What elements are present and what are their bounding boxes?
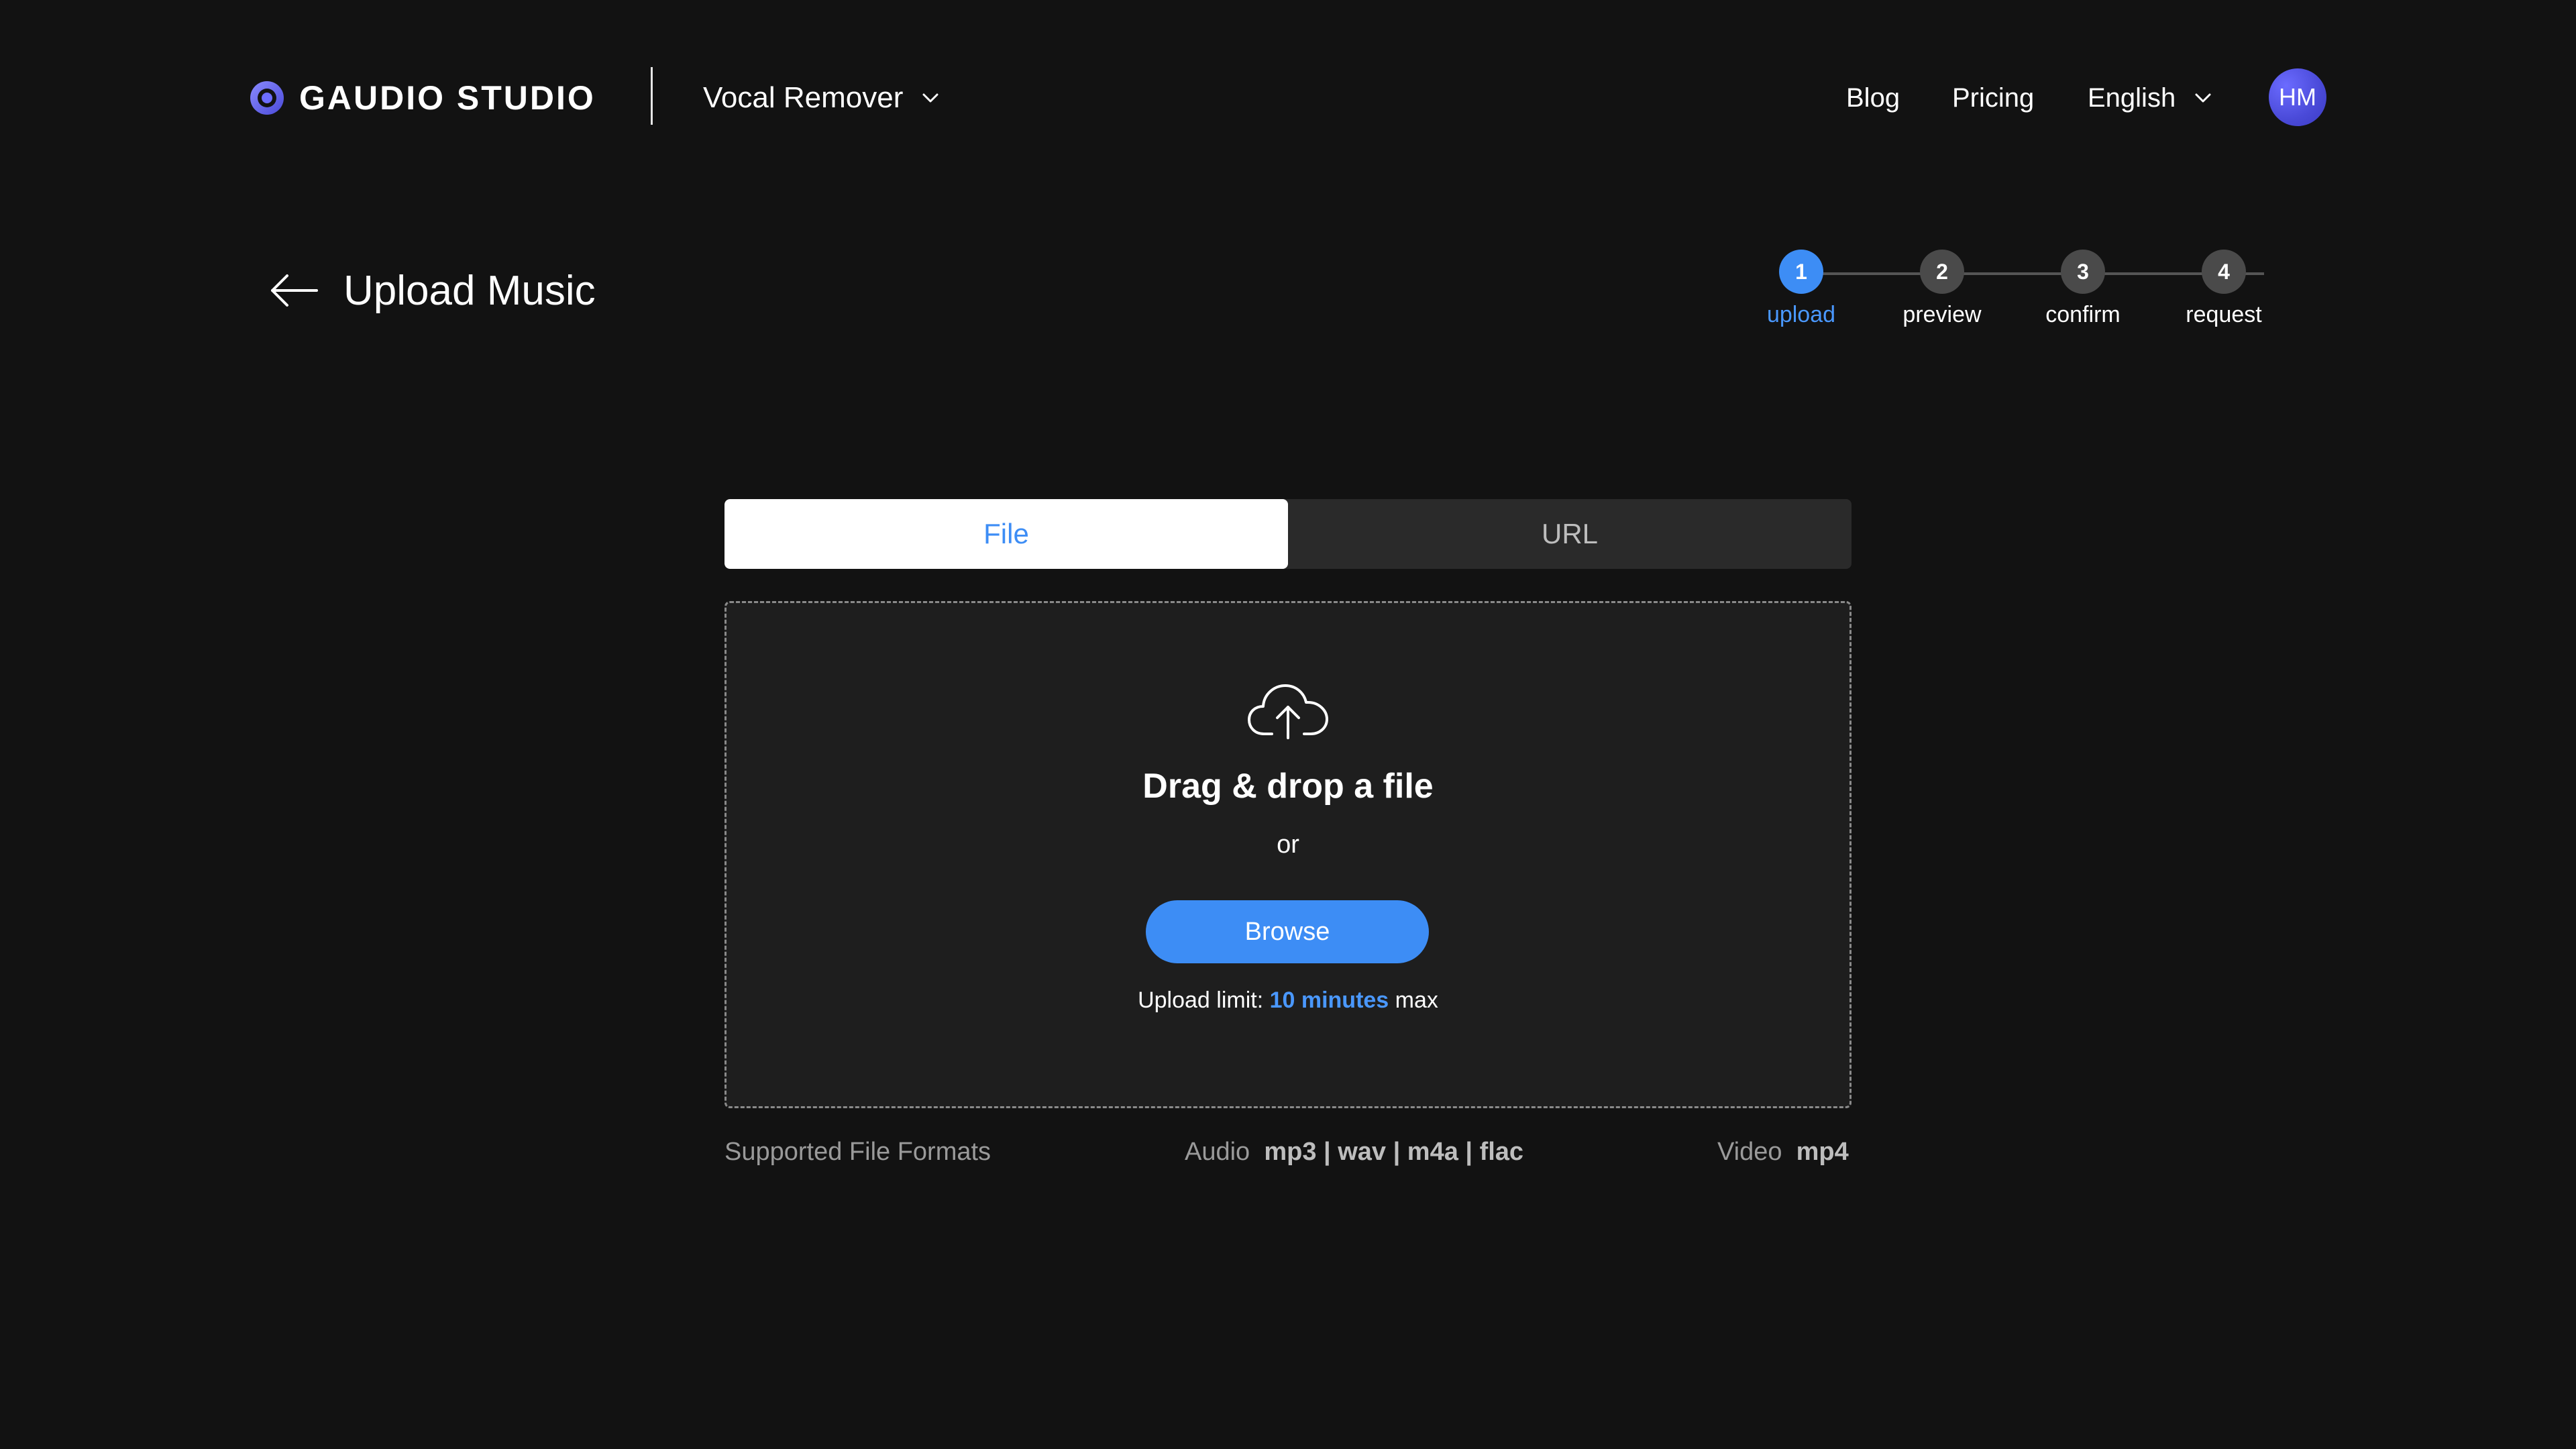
page-title: Upload Music <box>343 268 596 314</box>
step-number: 1 <box>1779 250 1823 294</box>
video-formats-types: mp4 <box>1796 1138 1849 1166</box>
video-formats-label: Video <box>1717 1138 1782 1166</box>
gaudio-logo-icon <box>250 81 284 115</box>
upload-limit-suffix: max <box>1389 987 1438 1013</box>
step-upload: 1 upload <box>1731 250 1872 328</box>
progress-stepper: 1 upload 2 preview 3 confirm 4 request <box>1767 250 2294 337</box>
upload-limit-value: 10 minutes <box>1269 987 1389 1013</box>
audio-formats-label: Audio <box>1185 1138 1250 1166</box>
tab-url[interactable]: URL <box>1288 499 1851 569</box>
tab-file[interactable]: File <box>724 499 1288 569</box>
product-dropdown[interactable]: Vocal Remover <box>703 79 942 117</box>
upload-limit-prefix: Upload limit: <box>1138 987 1270 1013</box>
step-number: 4 <box>2202 250 2246 294</box>
step-label: upload <box>1766 302 1836 327</box>
step-label: request <box>2186 302 2262 327</box>
step-request: 4 request <box>2153 250 2294 328</box>
language-dropdown-label: English <box>2088 83 2176 113</box>
step-preview: 2 preview <box>1872 250 2012 328</box>
avatar[interactable]: HM <box>2269 68 2326 126</box>
step-number: 3 <box>2061 250 2105 294</box>
step-label: preview <box>1902 302 1982 327</box>
browse-button[interactable]: Browse <box>1146 900 1429 963</box>
product-dropdown-label: Vocal Remover <box>703 81 904 114</box>
back-arrow-icon[interactable] <box>268 272 319 309</box>
upload-source-tabs: File URL <box>724 499 1851 569</box>
audio-formats: Audio mp3 | wav | m4a | flac <box>1185 1138 1523 1167</box>
dropzone-title: Drag & drop a file <box>1142 767 1434 806</box>
upload-limit: Upload limit: 10 minutes max <box>724 987 1851 1014</box>
dropzone-or: or <box>1277 830 1299 859</box>
video-formats: Video mp4 <box>1717 1138 1849 1167</box>
nav-pricing-link[interactable]: Pricing <box>1952 79 2034 117</box>
nav-blog-link[interactable]: Blog <box>1846 79 1900 117</box>
audio-formats-types: mp3 | wav | m4a | flac <box>1264 1138 1524 1166</box>
cloud-upload-icon <box>1248 684 1328 739</box>
chevron-down-icon <box>922 93 938 103</box>
brand-name: GAUDIO STUDIO <box>299 79 596 117</box>
upload-page: GAUDIO STUDIO Vocal Remover Blog Pricing… <box>0 0 2576 1449</box>
brand[interactable]: GAUDIO STUDIO <box>248 79 596 117</box>
header-divider <box>651 67 653 125</box>
step-confirm: 3 confirm <box>2012 250 2153 328</box>
language-dropdown[interactable]: English <box>2088 79 2214 117</box>
chevron-down-icon <box>2195 93 2211 103</box>
step-number: 2 <box>1920 250 1964 294</box>
supported-formats-label: Supported File Formats <box>724 1138 991 1166</box>
step-label: confirm <box>2045 302 2121 327</box>
